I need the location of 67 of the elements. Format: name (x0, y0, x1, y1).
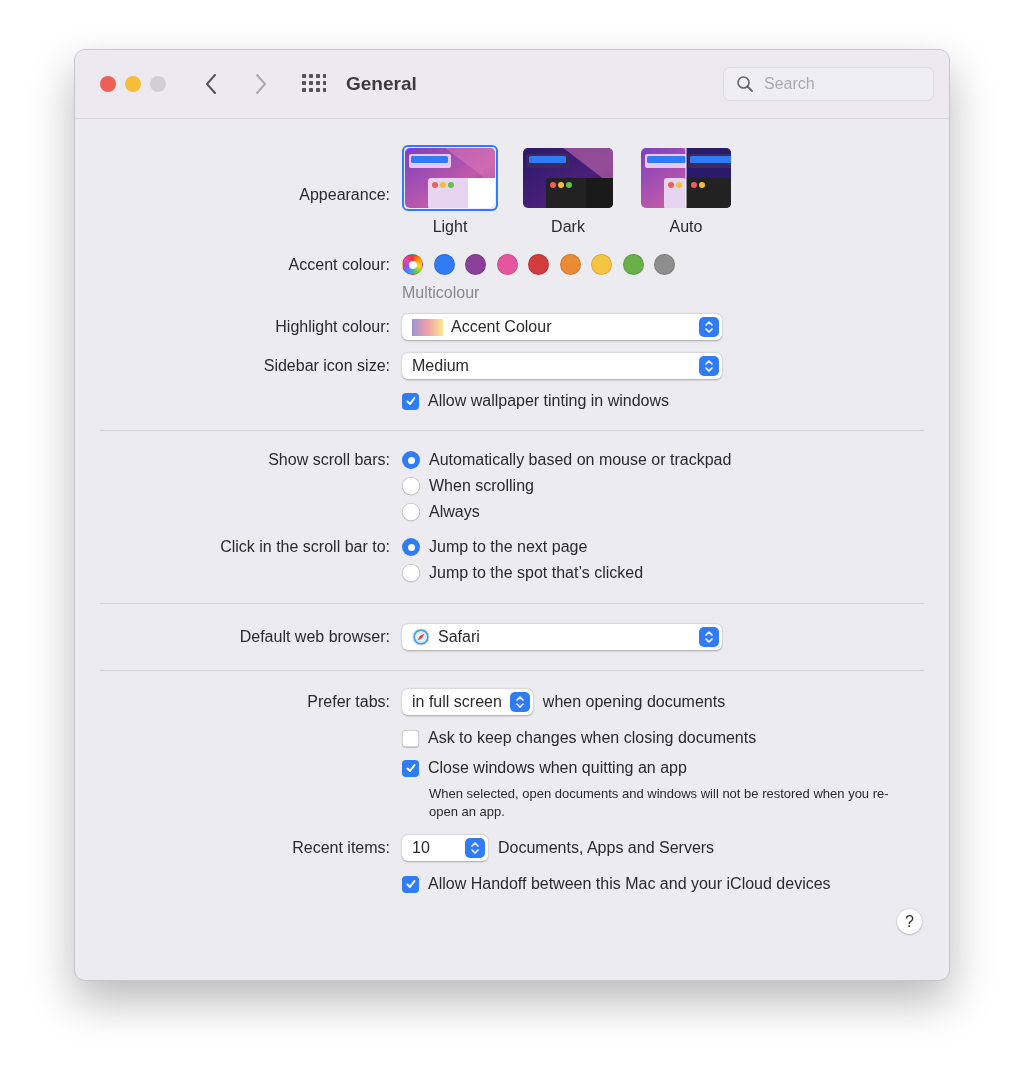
setting-label: Recent items: (291, 839, 390, 857)
checkbox-label: Allow wallpaper tinting in windows (428, 392, 669, 410)
setting-label: Click in the scroll bar to: (219, 538, 390, 556)
popup-menu[interactable]: 10 (402, 835, 488, 861)
search-field[interactable]: Search (723, 67, 934, 101)
setting-suffix: when opening documents (542, 693, 726, 711)
popup-menu[interactable]: Accent Colour (402, 314, 722, 340)
theme-preview-drawing[interactable] (638, 145, 734, 211)
close-button[interactable] (100, 76, 116, 92)
accent-swatch[interactable] (591, 254, 612, 275)
compass-icon (412, 628, 430, 646)
popup-menu[interactable]: Safari (402, 624, 722, 650)
theme-preview-drawing[interactable] (520, 145, 616, 211)
gradient-swatch-icon (412, 318, 443, 336)
help-button[interactable]: ? (897, 909, 922, 934)
setting-label: Appearance: (298, 186, 390, 204)
theme-label: Light (432, 218, 468, 236)
checkmark-icon (404, 878, 417, 890)
stepper-icon (699, 356, 719, 376)
accent-swatch[interactable] (402, 254, 423, 275)
theme-label: Dark (551, 218, 585, 236)
checkbox[interactable] (402, 729, 419, 747)
setting-label: Default web browser: (238, 628, 390, 646)
stepper-icon (699, 627, 719, 647)
radio-button[interactable] (402, 451, 420, 469)
help-note: When selected, open documents and windows will not be restored when you re-open an app. (429, 785, 890, 821)
checkbox-label: Close windows when quitting an app (428, 759, 687, 777)
theme-label: Auto (669, 218, 703, 236)
stepper-icon (699, 317, 719, 337)
radio-button[interactable] (402, 503, 420, 521)
checkmark-icon (404, 762, 417, 774)
setting-suffix: Documents, Apps and Servers (498, 839, 715, 857)
radio-button[interactable] (402, 477, 420, 495)
radio-label: Automatically based on mouse or trackpad (429, 451, 732, 469)
checkbox[interactable] (402, 759, 419, 777)
popup-menu[interactable]: Medium (402, 353, 722, 379)
accent-swatch[interactable] (433, 254, 455, 275)
accent-swatch[interactable] (528, 254, 549, 275)
accent-swatch[interactable] (622, 254, 644, 275)
setting-label: Sidebar icon size: (262, 357, 390, 375)
checkmark-icon (404, 395, 417, 407)
setting-label: Accent colour: (287, 256, 390, 274)
radio-label: Always (429, 503, 480, 521)
checkbox[interactable] (402, 392, 419, 410)
checkbox-label: Ask to keep changes when closing documents (428, 729, 757, 747)
stepper-icon (509, 692, 530, 712)
setting-label: Prefer tabs: (306, 693, 390, 711)
accent-swatch[interactable] (559, 254, 581, 275)
window-title: General (346, 73, 417, 95)
setting-label: Show scroll bars: (267, 451, 390, 469)
radio-button[interactable] (402, 564, 420, 582)
grid-icon[interactable] (302, 74, 326, 94)
checkbox[interactable] (402, 875, 419, 893)
radio-button[interactable] (402, 538, 420, 556)
accent-swatch[interactable] (465, 254, 486, 275)
accent-swatch[interactable] (654, 254, 675, 275)
search-icon (736, 75, 754, 93)
setting-label: Highlight colour: (274, 318, 390, 336)
back-icon[interactable] (204, 73, 218, 95)
radio-label: When scrolling (429, 477, 534, 495)
checkbox-label: Allow Handoff between this Mac and your iCloud devices (428, 875, 831, 893)
accent-swatch[interactable] (496, 254, 518, 275)
stepper-icon (465, 838, 485, 858)
accent-caption: Multicolour (402, 284, 481, 302)
popup-menu[interactable]: in full screen (402, 689, 533, 715)
radio-label: Jump to the next page (429, 538, 588, 556)
radio-label: Jump to the spot that’s clicked (429, 564, 644, 582)
